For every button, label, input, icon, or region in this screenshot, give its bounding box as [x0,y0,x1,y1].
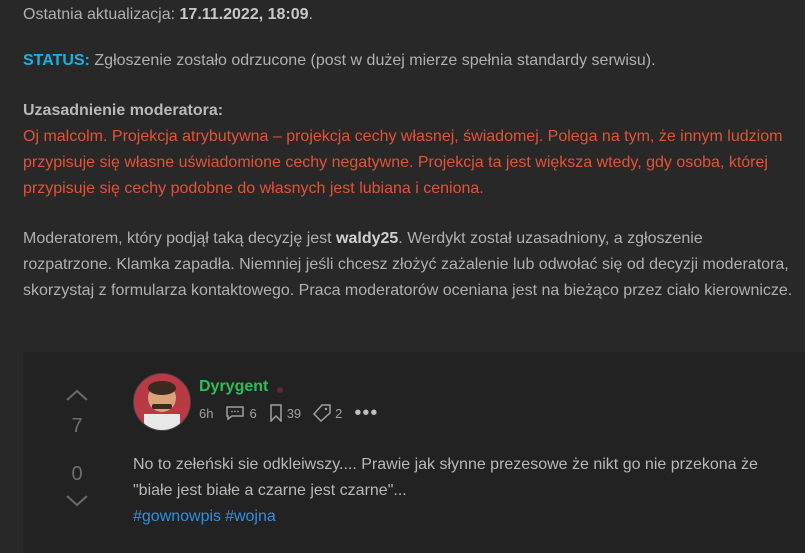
status-text: Zgłoszenie zostało odrzucone (post w duż… [94,52,656,69]
comment-card: 7 0 Dyrygent 6h 6 39 2 ••• No to zełeńsk… [23,352,805,553]
moderator-name[interactable]: waldy25 [336,230,398,247]
downvote-count: 0 [71,463,83,485]
comment-time: 6h [199,405,214,421]
moderator-justification: Uzasadnienie moderatora: Oj malcolm. Pro… [23,98,793,202]
moderator-decision: Moderatorem, który podjął taką decyzję j… [23,226,793,304]
last-update-suffix: . [308,6,313,23]
replies-count: 6 [249,405,257,421]
avatar[interactable] [133,373,191,431]
last-update-datetime: 17.11.2022, 18:09 [179,6,309,23]
hashtag-link[interactable]: #wojna [225,508,276,525]
status-badge [277,387,283,393]
tag-icon [313,404,331,422]
more-icon[interactable]: ••• [354,403,378,423]
last-update-label: Ostatnia aktualizacja: [23,6,176,23]
vote-column: 7 0 [63,388,91,507]
justification-text: Oj malcolm. Projekcja atrybutywna – proj… [23,128,783,197]
moderator-prefix: Moderatorem, który podjął taką decyzję j… [23,230,337,247]
comment-meta: 6h 6 39 2 ••• [199,403,390,423]
tags-count: 2 [335,405,343,421]
status-label: STATUS: [23,52,90,69]
status-line: STATUS: Zgłoszenie zostało odrzucone (po… [23,48,656,74]
hashtag-link[interactable]: #gownowpis [133,508,221,525]
justification-title: Uzasadnienie moderatora: [23,102,224,119]
comment-author[interactable]: Dyrygent [199,378,268,396]
comment-text: No to zełeński sie odkleiwszy.... Prawie… [133,456,758,499]
comment-hashtags: #gownowpis #wojna [133,505,280,529]
replies-button[interactable]: 6 [225,405,257,421]
last-update: Ostatnia aktualizacja: 17.11.2022, 18:09… [23,2,313,28]
upvote-count: 7 [71,415,83,437]
tags-button[interactable]: 2 [313,404,342,422]
save-button[interactable]: 39 [269,404,301,422]
bookmark-icon [269,404,282,422]
comment-icon [226,406,245,421]
chevron-up-icon[interactable] [65,388,89,402]
saves-count: 39 [286,405,302,421]
chevron-down-icon[interactable] [65,494,89,508]
